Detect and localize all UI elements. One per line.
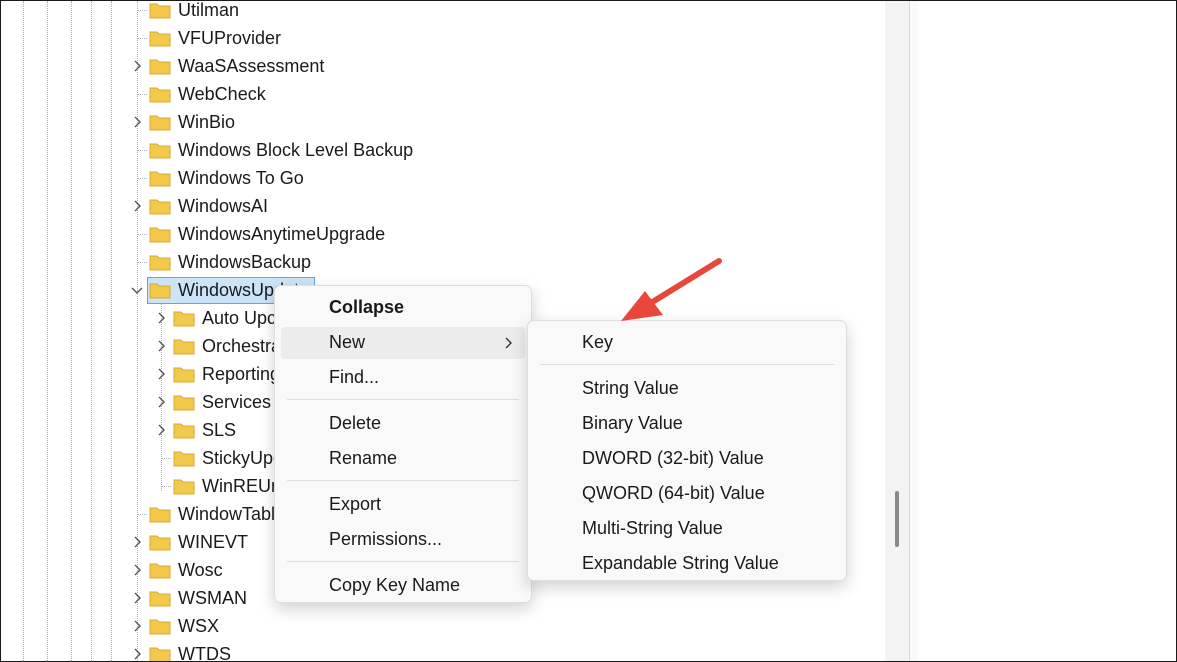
chevron-right-icon[interactable] [154, 339, 168, 353]
folder-icon [173, 339, 195, 355]
tree-item-label: WSX [178, 616, 220, 636]
tree-item-waasassessment[interactable]: WaaSAssessment [1, 53, 881, 79]
folder-icon [149, 3, 171, 19]
menu-separator [287, 399, 519, 400]
folder-icon [173, 423, 195, 439]
chevron-right-icon[interactable] [130, 535, 144, 549]
folder-icon [149, 199, 171, 215]
tree-item-label: Reporting [202, 364, 281, 384]
folder-icon [149, 507, 171, 523]
submenu-item-binary-value[interactable]: Binary Value [534, 408, 840, 440]
tree-item-label: SLS [202, 420, 237, 440]
folder-icon [149, 591, 171, 607]
folder-icon [149, 255, 171, 271]
folder-icon [149, 535, 171, 551]
menu-item-copy-key-name[interactable]: Copy Key Name [281, 570, 525, 602]
tree-item-windows-to-go[interactable]: Windows To Go [1, 165, 881, 191]
menu-separator [287, 561, 519, 562]
tree-item-label: WSMAN [178, 588, 247, 608]
tree-item-windows-block-level-backup[interactable]: Windows Block Level Backup [1, 137, 881, 163]
tree-item-label: WinREUn [202, 476, 282, 496]
menu-item-new[interactable]: New [281, 327, 525, 359]
tree-item-label: WinBio [178, 112, 236, 132]
tree-item-label: Windows Block Level Backup [178, 140, 414, 160]
menu-item-export[interactable]: Export [281, 489, 525, 521]
tree-item-label: Services [202, 392, 272, 412]
menu-item-find[interactable]: Find... [281, 362, 525, 394]
chevron-right-icon[interactable] [130, 59, 144, 73]
new-submenu: Key String Value Binary Value DWORD (32-… [527, 320, 847, 581]
tree-item-label: WaaSAssessment [178, 56, 325, 76]
chevron-right-icon [505, 337, 512, 349]
folder-icon [173, 311, 195, 327]
tree-item-label: WindowsAI [178, 196, 269, 216]
submenu-item-dword-value[interactable]: DWORD (32-bit) Value [534, 443, 840, 475]
tree-item-label: Auto Upc [202, 308, 277, 328]
tree-item-windowsbackup[interactable]: WindowsBackup [1, 249, 881, 275]
tree-item-label: WINEVT [178, 532, 248, 552]
folder-icon [149, 171, 171, 187]
tree-item-utilman[interactable]: Utilman [1, 1, 881, 23]
chevron-right-icon[interactable] [130, 115, 144, 129]
folder-icon [149, 115, 171, 131]
folder-icon [149, 31, 171, 47]
menu-item-delete[interactable]: Delete [281, 408, 525, 440]
folder-icon [173, 367, 195, 383]
folder-icon [173, 479, 195, 495]
menu-item-permissions[interactable]: Permissions... [281, 524, 525, 556]
menu-item-rename[interactable]: Rename [281, 443, 525, 475]
tree-item-label: WindowTabl [178, 504, 276, 524]
tree-item-label: StickyUpc [202, 448, 283, 468]
annotation-arrow-icon [621, 258, 722, 321]
registry-editor-window: Utilman VFUProvider WaaSAssessment WebCh… [0, 0, 1177, 662]
folder-icon [149, 563, 171, 579]
tree-item-label: WebCheck [178, 84, 266, 104]
chevron-right-icon[interactable] [154, 423, 168, 437]
tree-item-windowsai[interactable]: WindowsAI [1, 193, 881, 219]
folder-icon [173, 395, 195, 411]
chevron-right-icon[interactable] [130, 619, 144, 633]
tree-scrollbar-thumb[interactable] [895, 491, 899, 547]
tree-item-webcheck[interactable]: WebCheck [1, 81, 881, 107]
tree-item-windowsanytimeupgrade[interactable]: WindowsAnytimeUpgrade [1, 221, 881, 247]
menu-separator [287, 480, 519, 481]
context-menu: Collapse New Find... Delete Rename Expor… [274, 285, 532, 603]
tree-item-label: Wosc [178, 560, 223, 580]
chevron-right-icon[interactable] [130, 199, 144, 213]
folder-icon [173, 451, 195, 467]
chevron-down-icon[interactable] [130, 283, 144, 297]
submenu-item-multi-string-value[interactable]: Multi-String Value [534, 513, 840, 545]
folder-icon [149, 87, 171, 103]
tree-item-wtds[interactable]: WTDS [1, 641, 881, 661]
tree-item-label: Windows To Go [178, 168, 304, 188]
tree-item-wsx[interactable]: WSX [1, 613, 881, 639]
folder-icon [149, 143, 171, 159]
tree-item-vfuprovider[interactable]: VFUProvider [1, 25, 881, 51]
folder-icon [149, 283, 171, 299]
folder-icon [149, 619, 171, 635]
chevron-right-icon[interactable] [130, 563, 144, 577]
submenu-item-string-value[interactable]: String Value [534, 373, 840, 405]
tree-item-winbio[interactable]: WinBio [1, 109, 881, 135]
values-pane [918, 1, 1176, 661]
folder-icon [149, 59, 171, 75]
tree-item-label: WindowsBackup [178, 252, 312, 272]
chevron-right-icon[interactable] [130, 647, 144, 661]
folder-icon [149, 647, 171, 661]
submenu-item-expandable-string-value[interactable]: Expandable String Value [534, 548, 840, 580]
tree-item-label: Orchestra [202, 336, 282, 356]
tree-item-label: WindowsAnytimeUpgrade [178, 224, 386, 244]
submenu-item-qword-value[interactable]: QWORD (64-bit) Value [534, 478, 840, 510]
menu-item-collapse[interactable]: Collapse [281, 292, 525, 324]
tree-item-label: Utilman [178, 1, 240, 20]
chevron-right-icon[interactable] [154, 367, 168, 381]
tree-scrollbar[interactable] [885, 1, 909, 661]
chevron-right-icon[interactable] [154, 311, 168, 325]
tree-item-label: WTDS [178, 644, 231, 661]
tree-item-label: VFUProvider [178, 28, 282, 48]
chevron-right-icon[interactable] [154, 395, 168, 409]
menu-separator [540, 364, 834, 365]
chevron-right-icon[interactable] [130, 591, 144, 605]
folder-icon [149, 227, 171, 243]
